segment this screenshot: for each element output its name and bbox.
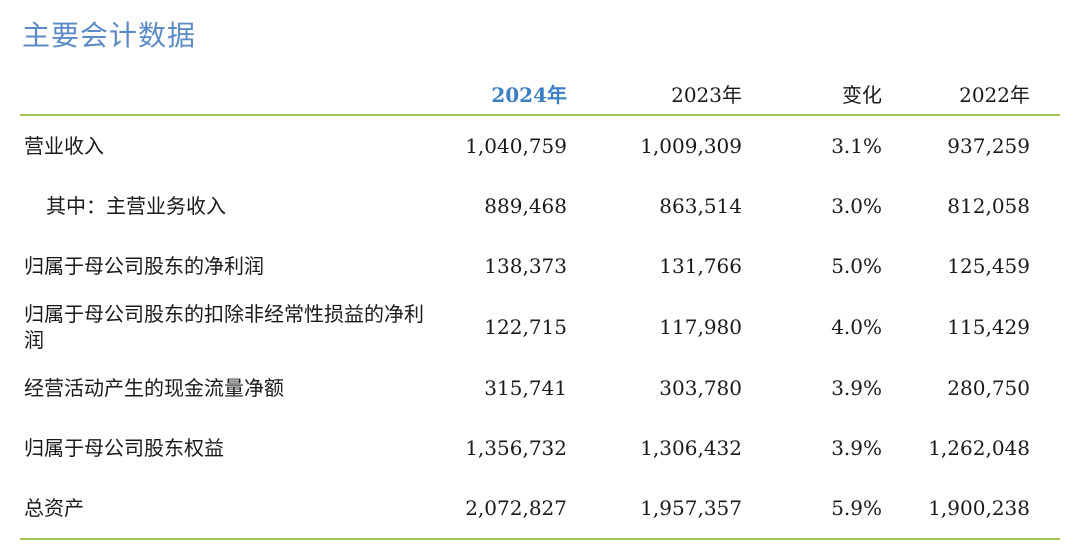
row-label: 经营活动产生的现金流量净额: [24, 376, 284, 400]
table-row: 营业收入 1,040,759 1,009,309 3.1% 937,259: [20, 116, 1060, 176]
value-2024: 122,715: [484, 315, 567, 339]
table-row: 归属于母公司股东的扣除非经常性损益的净利润 122,715 117,980 4.…: [20, 296, 1060, 358]
bottom-rule: [20, 538, 1060, 540]
value-2024: 138,373: [484, 254, 567, 278]
header-2024: 2024年: [491, 83, 567, 107]
header-change: 变化: [842, 83, 882, 107]
row-label: 营业收入: [24, 134, 104, 158]
row-label: 归属于母公司股东权益: [24, 436, 224, 460]
table-row: 归属于母公司股东的净利润 138,373 131,766 5.0% 125,45…: [20, 236, 1060, 296]
table-row: 其中：主营业务收入 889,468 863,514 3.0% 812,058: [20, 176, 1060, 236]
value-2024: 1,356,732: [465, 436, 567, 460]
value-2024: 2,072,827: [465, 496, 567, 520]
accounting-data-table: 2024年 2023年 变化 2022年 营业收入 1,040,759 1,00…: [20, 78, 1060, 540]
row-label: 归属于母公司股东的扣除非经常性损益的净利润: [24, 302, 424, 352]
row-label: 归属于母公司股东的净利润: [24, 254, 264, 278]
value-2024: 889,468: [484, 194, 567, 218]
value-2023: 303,780: [659, 376, 742, 400]
row-label: 其中：主营业务收入: [46, 194, 226, 218]
page-title: 主要会计数据: [22, 19, 197, 52]
table-header: 2024年 2023年 变化 2022年: [20, 78, 1060, 116]
value-2022: 115,429: [947, 315, 1030, 339]
value-change: 3.9%: [831, 376, 882, 400]
value-2022: 1,262,048: [928, 436, 1030, 460]
value-change: 3.1%: [831, 134, 882, 158]
value-change: 4.0%: [831, 315, 882, 339]
value-2023: 117,980: [659, 315, 742, 339]
value-2022: 280,750: [947, 376, 1030, 400]
value-change: 3.9%: [831, 436, 882, 460]
value-2023: 1,306,432: [640, 436, 742, 460]
value-2023: 863,514: [659, 194, 742, 218]
table-row: 归属于母公司股东权益 1,356,732 1,306,432 3.9% 1,26…: [20, 418, 1060, 478]
value-2023: 131,766: [659, 254, 742, 278]
table-row: 经营活动产生的现金流量净额 315,741 303,780 3.9% 280,7…: [20, 358, 1060, 418]
value-2022: 937,259: [947, 134, 1030, 158]
value-2024: 315,741: [484, 376, 567, 400]
value-2022: 125,459: [947, 254, 1030, 278]
table-row: 总资产 2,072,827 1,957,357 5.9% 1,900,238: [20, 478, 1060, 538]
value-2022: 1,900,238: [928, 496, 1030, 520]
header-2023: 2023年: [671, 83, 742, 107]
value-change: 5.9%: [831, 496, 882, 520]
value-change: 5.0%: [831, 254, 882, 278]
value-2022: 812,058: [947, 194, 1030, 218]
value-2023: 1,009,309: [640, 134, 742, 158]
header-2022: 2022年: [959, 83, 1030, 107]
value-2023: 1,957,357: [640, 496, 742, 520]
value-change: 3.0%: [831, 194, 882, 218]
value-2024: 1,040,759: [465, 134, 567, 158]
row-label: 总资产: [24, 496, 84, 520]
